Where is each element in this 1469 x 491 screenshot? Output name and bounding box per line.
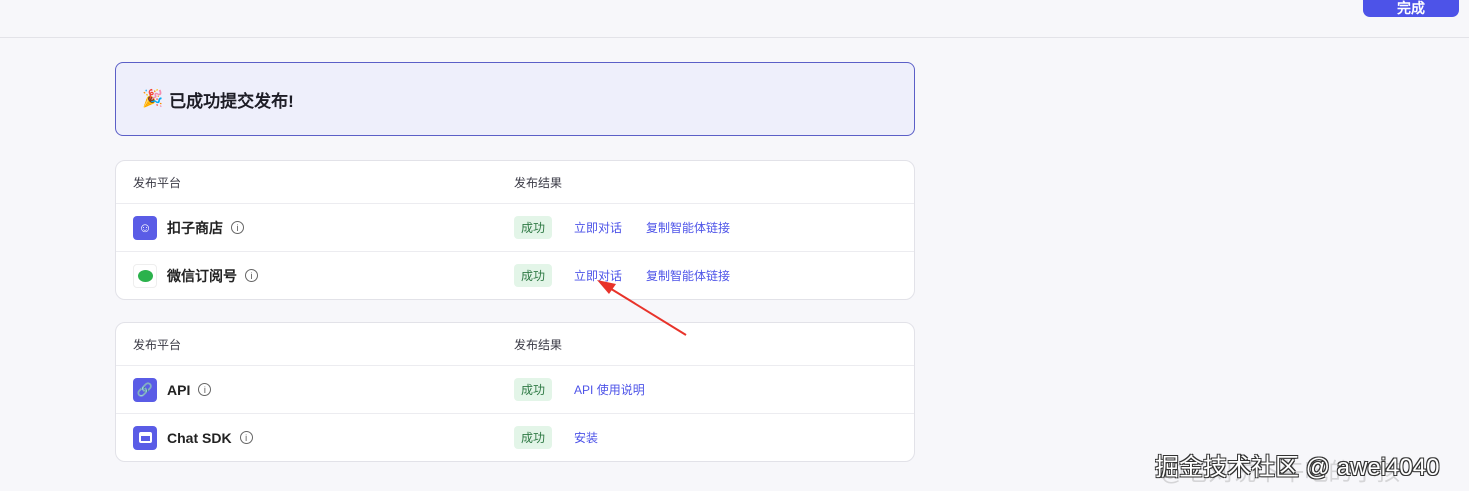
annotation-arrow <box>597 280 687 336</box>
watermark: 掘金技术社区 @ awei4040 <box>1155 454 1440 481</box>
